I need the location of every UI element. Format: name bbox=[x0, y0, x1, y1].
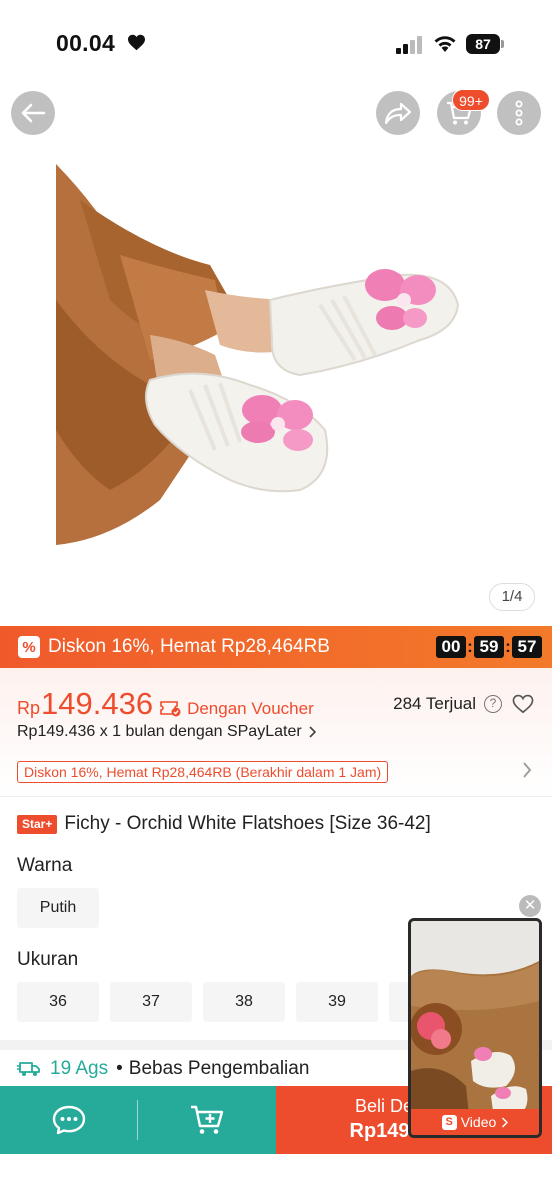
chevron-right-icon bbox=[309, 726, 316, 738]
shopee-video-icon: S bbox=[441, 1114, 457, 1130]
image-counter: 1/4 bbox=[489, 583, 535, 611]
sold-row: 284 Terjual ? bbox=[393, 694, 534, 714]
countdown-minutes: 59 bbox=[474, 636, 504, 658]
voucher-icon bbox=[160, 701, 181, 717]
signal-icon bbox=[396, 36, 422, 54]
wishlist-heart-icon[interactable] bbox=[512, 694, 534, 714]
help-icon[interactable]: ? bbox=[484, 695, 502, 713]
status-bar: 00.04 87 bbox=[0, 0, 552, 88]
product-title-row: Star+ Fichy - Orchid White Flatshoes [Si… bbox=[17, 813, 431, 835]
video-label: Video bbox=[460, 1114, 497, 1130]
delivery-truck-icon bbox=[17, 1062, 40, 1076]
color-label: Warna bbox=[17, 855, 73, 876]
price-section: Rp 149.436 Dengan Voucher 284 Terjual ? … bbox=[0, 668, 552, 796]
chat-icon bbox=[52, 1105, 85, 1135]
promo-pill[interactable]: Diskon 16%, Hemat Rp28,464RB (Berakhir d… bbox=[17, 761, 389, 783]
flash-sale-text: Diskon 16%, Hemat Rp28,464RB bbox=[48, 636, 330, 657]
back-button[interactable] bbox=[11, 91, 55, 135]
size-option-38[interactable]: 38 bbox=[203, 982, 285, 1022]
more-vertical-icon bbox=[515, 100, 523, 126]
size-option-39[interactable]: 39 bbox=[296, 982, 378, 1022]
video-thumbnail bbox=[411, 921, 539, 1135]
chevron-right-icon bbox=[502, 1116, 509, 1128]
countdown-hours: 00 bbox=[436, 636, 466, 658]
battery-indicator: 87 bbox=[466, 34, 504, 54]
wifi-icon bbox=[434, 36, 456, 52]
video-close-button[interactable]: ✕ bbox=[519, 895, 541, 917]
heart-icon bbox=[128, 34, 145, 51]
spaylater-row[interactable]: Rp149.436 x 1 bulan dengan SPayLater bbox=[17, 723, 316, 741]
free-returns-text: Bebas Pengembalian bbox=[128, 1058, 310, 1079]
star-plus-badge: Star+ bbox=[17, 814, 58, 834]
share-icon bbox=[384, 102, 412, 125]
more-button[interactable] bbox=[497, 91, 541, 135]
price-value: 149.436 bbox=[41, 686, 154, 721]
size-label: Ukuran bbox=[17, 949, 79, 970]
add-to-cart-icon bbox=[191, 1105, 224, 1134]
chat-button[interactable] bbox=[0, 1086, 137, 1154]
shipping-row[interactable]: 19 Ags • Bebas Pengembalian bbox=[17, 1058, 309, 1080]
battery-level: 87 bbox=[466, 34, 500, 54]
size-option-36[interactable]: 36 bbox=[17, 982, 99, 1022]
discount-tag-icon: % bbox=[18, 636, 40, 658]
voucher-text[interactable]: Dengan Voucher bbox=[187, 699, 314, 719]
spaylater-text: Rp149.436 x 1 bulan dengan SPayLater bbox=[17, 723, 302, 740]
size-option-37[interactable]: 37 bbox=[110, 982, 192, 1022]
floating-video-preview[interactable]: S Video bbox=[408, 918, 542, 1138]
product-title: Fichy - Orchid White Flatshoes [Size 36-… bbox=[64, 813, 431, 834]
countdown-timer: 00 : 59 : 57 bbox=[436, 636, 542, 658]
video-label-bar[interactable]: S Video bbox=[411, 1109, 539, 1135]
price-row: Rp 149.436 Dengan Voucher bbox=[17, 686, 314, 722]
shipping-date: 19 Ags bbox=[50, 1058, 109, 1079]
flash-sale-bar: % Diskon 16%, Hemat Rp28,464RB 00 : 59 :… bbox=[0, 626, 552, 668]
countdown-seconds: 57 bbox=[512, 636, 542, 658]
chevron-right-icon[interactable] bbox=[522, 762, 532, 778]
color-option-putih[interactable]: Putih bbox=[17, 888, 99, 928]
price-currency: Rp bbox=[17, 698, 41, 718]
cart-count-badge: 99+ bbox=[452, 89, 490, 111]
arrow-left-icon bbox=[21, 103, 46, 123]
sold-count: 284 Terjual bbox=[393, 694, 476, 713]
divider bbox=[0, 796, 552, 797]
product-photo bbox=[56, 164, 460, 545]
share-button[interactable] bbox=[376, 91, 420, 135]
product-image[interactable] bbox=[0, 88, 552, 626]
status-time: 00.04 bbox=[56, 30, 116, 56]
